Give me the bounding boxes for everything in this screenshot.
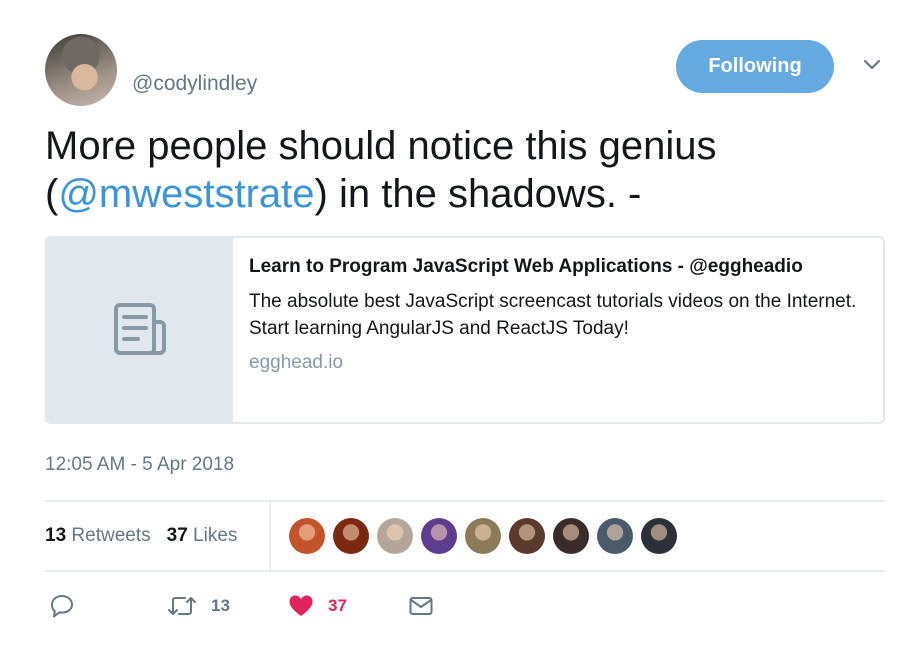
liker-avatar[interactable] xyxy=(333,518,369,554)
envelope-icon xyxy=(409,597,433,615)
author-handle[interactable]: @codylindley xyxy=(132,72,257,96)
card-domain: egghead.io xyxy=(249,352,344,373)
divider-bottom xyxy=(45,570,885,572)
likes-count: 37 xyxy=(166,525,188,546)
reply-button[interactable] xyxy=(49,588,75,624)
tweet-timestamp[interactable]: 12:05 AM - 5 Apr 2018 xyxy=(45,454,234,476)
card-body: Learn to Program JavaScript Web Applicat… xyxy=(233,238,883,422)
retweet-icon xyxy=(168,597,196,615)
like-action-count: 37 xyxy=(328,596,347,615)
like-button[interactable]: 37 xyxy=(288,588,347,624)
likes-stat[interactable]: 37 Likes xyxy=(167,525,238,547)
card-description: The absolute best JavaScript screencast … xyxy=(249,291,857,339)
likes-label: Likes xyxy=(193,525,238,546)
retweets-count: 13 xyxy=(45,525,67,546)
heart-icon xyxy=(289,595,313,616)
card-title: Learn to Program JavaScript Web Applicat… xyxy=(249,256,803,277)
liker-avatar[interactable] xyxy=(465,518,501,554)
reply-icon xyxy=(51,595,73,618)
document-icon xyxy=(114,303,166,355)
chevron-down-icon[interactable] xyxy=(862,54,882,74)
tweet-text-after: ) in the shadows. - xyxy=(314,172,642,216)
liker-avatar[interactable] xyxy=(509,518,545,554)
tweet-text: More people should notice this genius (@… xyxy=(45,122,885,218)
liker-avatar[interactable] xyxy=(597,518,633,554)
likers-facepile xyxy=(289,518,685,554)
retweets-label: Retweets xyxy=(71,525,151,546)
tweet-stats: 13 Retweets 37 Likes xyxy=(45,502,253,570)
link-card[interactable]: Learn to Program JavaScript Web Applicat… xyxy=(45,236,885,424)
mention-link[interactable]: @mweststrate xyxy=(58,172,314,216)
stats-separator xyxy=(269,502,271,570)
direct-message-button[interactable] xyxy=(408,588,434,624)
liker-avatar[interactable] xyxy=(377,518,413,554)
liker-avatar[interactable] xyxy=(421,518,457,554)
card-thumbnail xyxy=(47,238,233,422)
retweet-action-count: 13 xyxy=(211,596,230,615)
liker-avatar[interactable] xyxy=(641,518,677,554)
retweets-stat[interactable]: 13 Retweets xyxy=(45,525,151,547)
liker-avatar[interactable] xyxy=(553,518,589,554)
liker-avatar[interactable] xyxy=(289,518,325,554)
tweet-actions: 13 37 xyxy=(45,588,885,624)
author-avatar[interactable] xyxy=(45,34,117,106)
following-button[interactable]: Following xyxy=(676,40,834,93)
retweet-button[interactable]: 13 xyxy=(167,588,230,624)
